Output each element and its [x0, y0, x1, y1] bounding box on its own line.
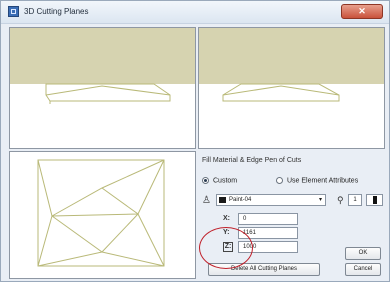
plan-edge	[101, 251, 165, 267]
plan-edge	[37, 215, 104, 267]
delete-all-cutting-planes-button[interactable]: Delete All Cutting Planes	[208, 263, 320, 276]
ok-button[interactable]: OK	[345, 247, 381, 260]
pen-number-field[interactable]: 1	[348, 194, 362, 206]
view-side[interactable]	[198, 27, 385, 149]
dialog-window: 3D Cutting Planes ✕ Fill Material & Edge…	[0, 0, 390, 282]
front-view-canvas	[10, 28, 195, 104]
app-icon	[8, 6, 19, 17]
radio-use-element-indicator[interactable]	[276, 177, 283, 184]
window-title: 3D Cutting Planes	[24, 7, 89, 16]
plan-edge	[37, 159, 53, 267]
pen-color-picker[interactable]	[366, 194, 383, 206]
coord-x-field[interactable]: 0	[238, 213, 298, 225]
side-wireframe-ridge	[222, 85, 340, 96]
material-swatch	[219, 197, 226, 203]
coord-y-label: Y:	[223, 229, 230, 236]
title-bar[interactable]: 3D Cutting Planes ✕	[1, 1, 389, 24]
plan-edge	[51, 159, 165, 217]
radio-custom-indicator[interactable]	[202, 177, 209, 184]
material-dropdown[interactable]: Paint-04 ▾	[216, 194, 326, 206]
material-value: Paint-04	[229, 197, 252, 203]
coord-x-label: X:	[223, 215, 230, 222]
side-view-canvas	[199, 28, 384, 102]
group-label: Fill Material & Edge Pen of Cuts	[202, 157, 302, 164]
cut-section-fill	[10, 28, 195, 84]
view-plan[interactable]	[9, 151, 196, 279]
coord-y-field[interactable]: 1161	[238, 227, 298, 239]
coord-z-label: Z:	[223, 242, 233, 252]
front-wireframe-ridge	[45, 85, 171, 96]
radio-use-element[interactable]: Use Element Attributes	[276, 177, 358, 187]
plan-edge	[51, 159, 165, 217]
radio-custom-label: Custom	[213, 177, 238, 185]
plan-edge	[101, 213, 139, 253]
close-button[interactable]: ✕	[341, 4, 383, 19]
view-front[interactable]	[9, 27, 196, 149]
cancel-button[interactable]: Cancel	[345, 263, 381, 276]
pen-icon: ⚲	[337, 195, 344, 205]
plan-view-canvas	[37, 159, 165, 267]
chevron-down-icon: ▾	[318, 197, 322, 203]
coord-z-field[interactable]: 1000	[238, 241, 298, 253]
radio-use-element-label: Use Element Attributes	[287, 177, 359, 185]
fill-bucket-icon: ♙	[202, 195, 211, 206]
cut-section-fill	[199, 28, 384, 84]
cut-settings-panel: Fill Material & Edge Pen of Cuts Custom …	[198, 151, 386, 279]
radio-custom[interactable]: Custom	[202, 177, 237, 187]
